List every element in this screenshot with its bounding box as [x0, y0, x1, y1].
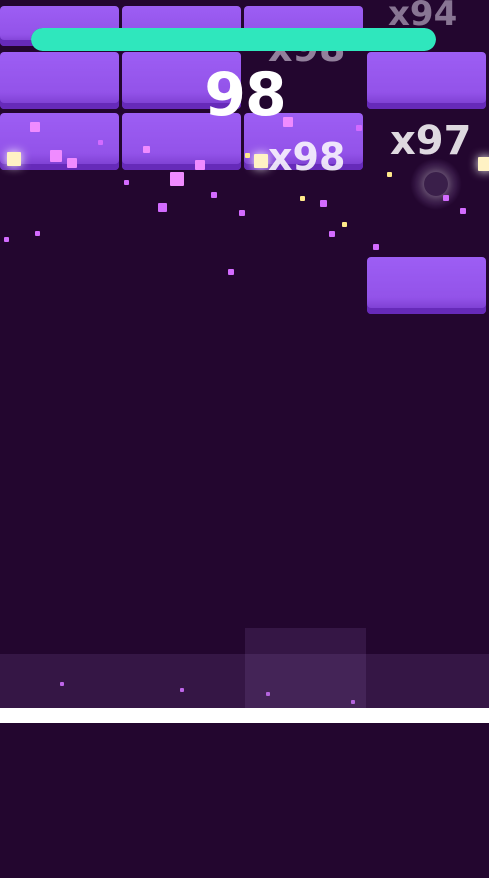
particle — [170, 172, 184, 186]
particle — [373, 244, 379, 250]
particle — [460, 208, 466, 214]
brick — [367, 257, 486, 314]
particle — [50, 150, 62, 162]
particle — [300, 196, 305, 201]
particle — [124, 180, 129, 185]
particle — [320, 200, 327, 207]
particle — [478, 157, 489, 171]
progress-bar — [31, 28, 436, 51]
brick — [0, 52, 119, 109]
particle — [329, 231, 335, 237]
particle — [443, 195, 449, 201]
particle — [195, 160, 205, 170]
progress-fill — [31, 28, 436, 51]
particle — [143, 146, 150, 153]
particle — [228, 269, 234, 275]
particle — [211, 192, 217, 198]
multiplier-label: x97 — [390, 118, 472, 164]
particle — [387, 172, 392, 177]
particle — [67, 158, 77, 168]
paddle-bar[interactable] — [0, 708, 489, 723]
particle — [283, 117, 293, 127]
lane-highlight — [245, 628, 366, 708]
particle — [245, 153, 250, 158]
particle — [239, 210, 245, 216]
particle — [356, 125, 362, 131]
particle — [98, 140, 103, 145]
particle — [35, 231, 40, 236]
ball — [424, 172, 448, 196]
multiplier-label: x98 — [268, 135, 346, 179]
game-screen[interactable]: x94 x98 x98 x97 98 — [0, 0, 489, 878]
particle — [254, 154, 268, 168]
brick — [367, 52, 486, 109]
particle — [342, 222, 347, 227]
particle — [7, 152, 21, 166]
particle — [158, 203, 167, 212]
score-counter: 98 — [204, 60, 287, 130]
particle — [30, 122, 40, 132]
particle — [4, 237, 9, 242]
